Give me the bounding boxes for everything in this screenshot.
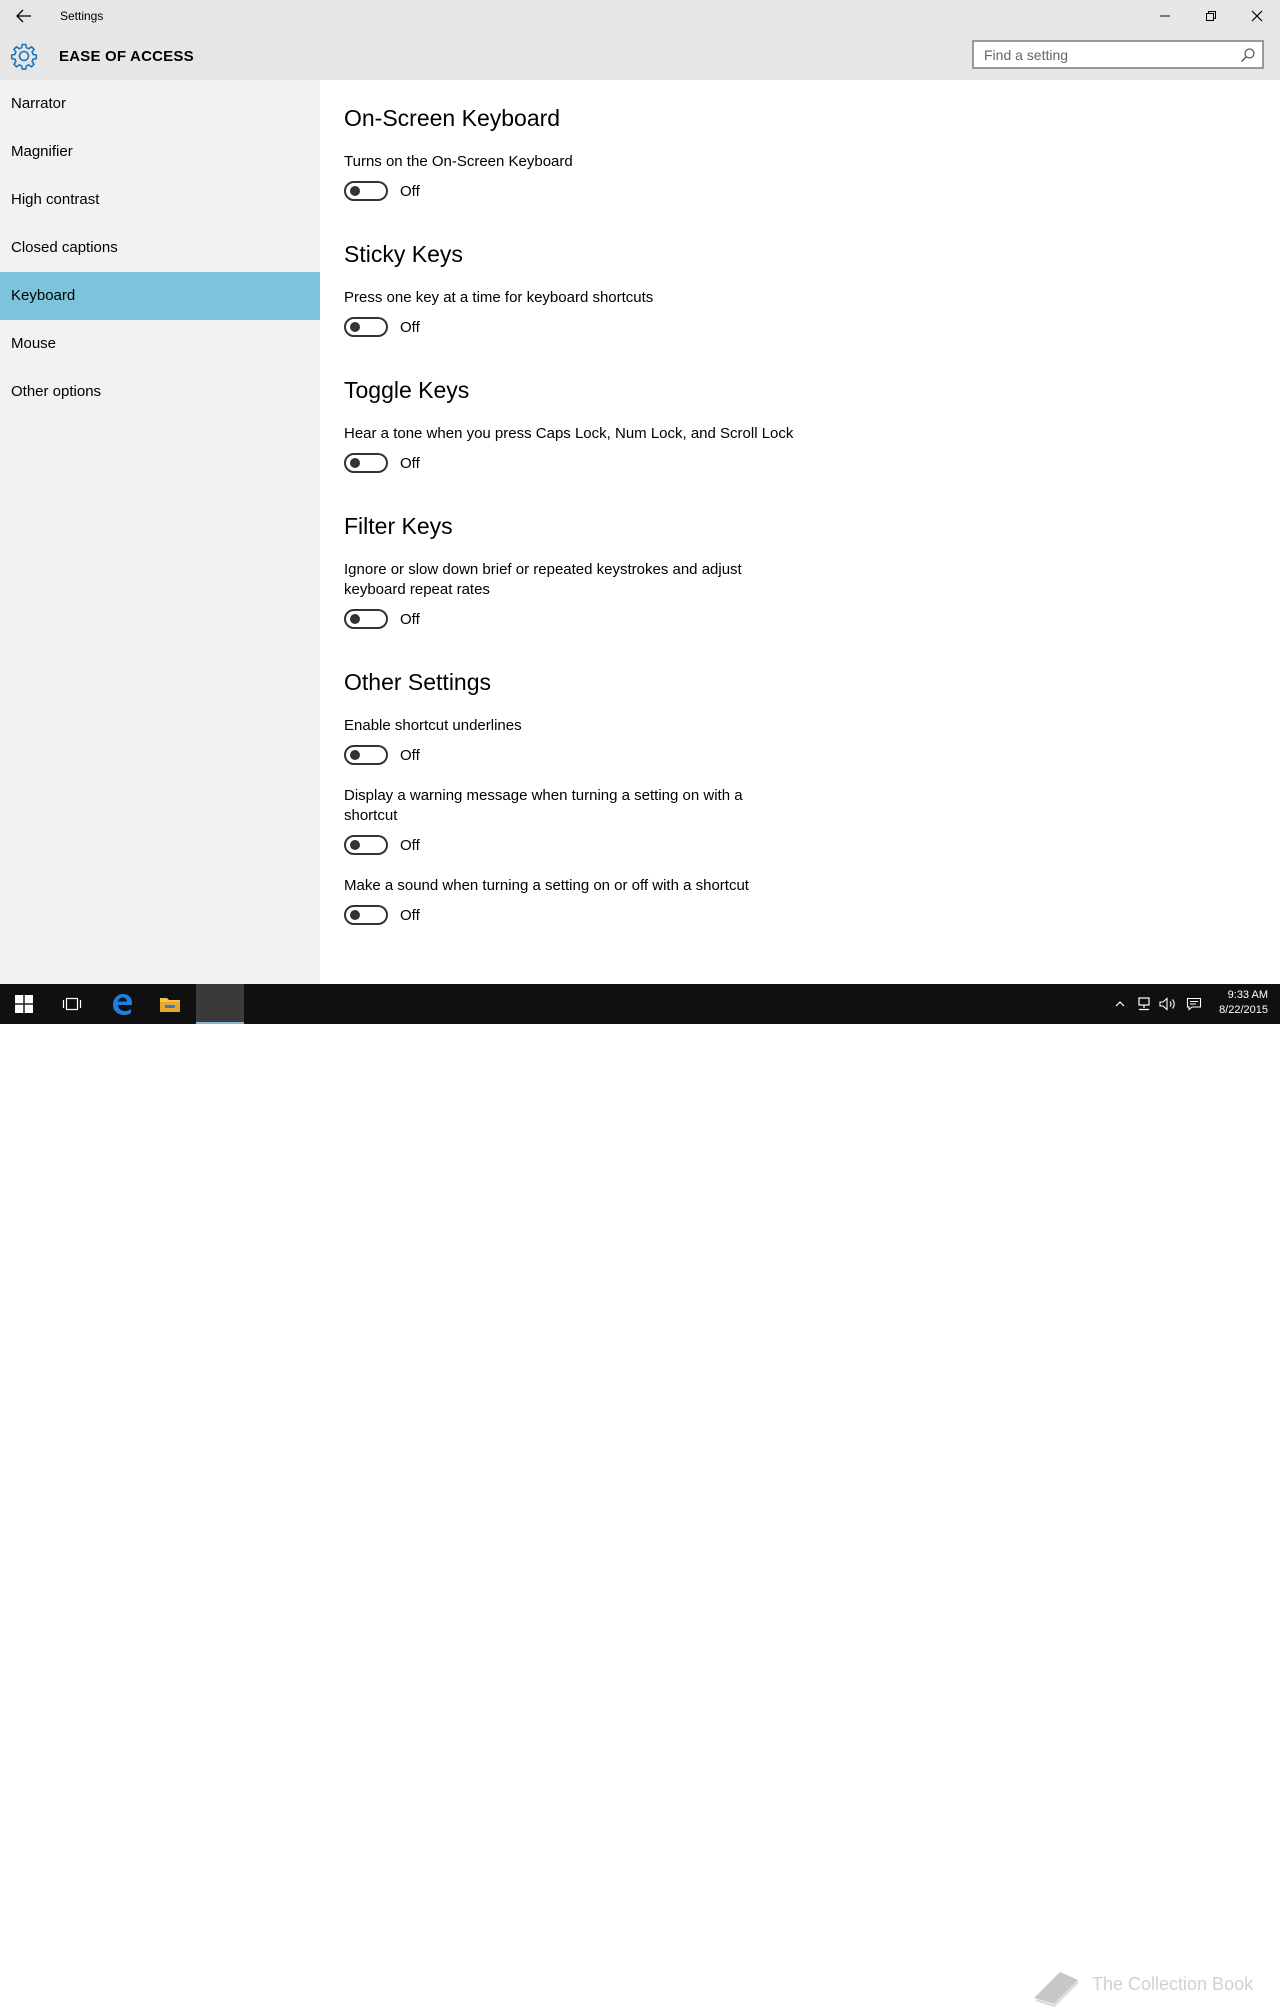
clock-date: 8/22/2015 [1219, 1004, 1268, 1016]
toggle-state-label: Off [400, 907, 420, 924]
toggle-state-label: Off [400, 455, 420, 472]
sidebar-item-keyboard[interactable]: Keyboard [0, 272, 320, 320]
task-view-button[interactable] [48, 984, 96, 1024]
group-title-filter-keys: Filter Keys [344, 513, 453, 539]
clock-time: 9:33 AM [1227, 989, 1268, 1001]
settings-content: On-Screen Keyboard Turns on the On-Scree… [320, 80, 1280, 984]
shortcut-underlines-toggle[interactable] [344, 745, 388, 765]
group-title-on-screen-keyboard: On-Screen Keyboard [344, 105, 561, 131]
group-title-toggle-keys: Toggle Keys [344, 377, 470, 403]
setting-description: Ignore or slow down brief or repeated ke… [344, 561, 742, 598]
taskbar: The Collection Book 9:33 AM 8/22/2015 [0, 984, 1280, 2008]
setting-description: Enable shortcut underlines [344, 717, 522, 734]
settings-app-button[interactable] [196, 984, 244, 1024]
sidebar-item-high-contrast[interactable]: High contrast [0, 176, 320, 224]
shortcut-sound-toggle[interactable] [344, 905, 388, 925]
gear-icon [10, 43, 38, 70]
warning-message-toggle[interactable] [344, 835, 388, 855]
search-input[interactable] [974, 42, 1244, 67]
title-bar: Settings [0, 0, 1280, 32]
volume-button[interactable] [1156, 984, 1180, 1024]
back-arrow-icon [16, 9, 31, 23]
volume-icon [1159, 997, 1175, 1011]
notification-icon [1186, 997, 1202, 1011]
close-button[interactable] [1234, 0, 1280, 32]
filter-keys-toggle[interactable] [344, 609, 388, 629]
edge-browser-button[interactable] [98, 984, 146, 1024]
sticky-keys-toggle[interactable] [344, 317, 388, 337]
back-button[interactable] [8, 4, 40, 28]
chevron-up-icon [1115, 1001, 1125, 1007]
toggle-state-label: Off [400, 319, 420, 336]
setting-description: Display a warning message when turning a… [344, 787, 743, 824]
search-box[interactable] [972, 40, 1264, 69]
setting-description: Turns on the On-Screen Keyboard [344, 153, 573, 170]
watermark-text: The Collection Book [1092, 1974, 1254, 1994]
network-button[interactable] [1132, 984, 1156, 1024]
toggle-state-label: Off [400, 183, 420, 200]
minimize-button[interactable] [1142, 0, 1188, 32]
sidebar-item-other-options[interactable]: Other options [0, 368, 320, 416]
setting-description: Hear a tone when you press Caps Lock, Nu… [344, 425, 794, 442]
sidebar-item-closed-captions[interactable]: Closed captions [0, 224, 320, 272]
sidebar: Narrator Magnifier High contrast Closed … [0, 80, 320, 984]
group-title-other-settings: Other Settings [344, 669, 492, 695]
file-explorer-button[interactable] [146, 984, 194, 1024]
toggle-keys-toggle[interactable] [344, 453, 388, 473]
watermark: The Collection Book [1030, 1968, 1260, 2008]
windows-logo-icon [15, 995, 33, 1013]
action-center-button[interactable] [1182, 984, 1206, 1024]
section-title: EASE OF ACCESS [59, 48, 194, 65]
sidebar-item-mouse[interactable]: Mouse [0, 320, 320, 368]
close-icon [1251, 10, 1263, 22]
page-header: EASE OF ACCESS [0, 32, 1280, 80]
network-icon [1138, 997, 1150, 1011]
task-view-icon [62, 997, 82, 1011]
folder-icon [160, 998, 180, 1012]
sidebar-item-narrator[interactable]: Narrator [0, 80, 320, 128]
toggle-state-label: Off [400, 837, 420, 854]
start-button[interactable] [0, 984, 48, 1024]
search-icon[interactable] [1240, 47, 1256, 63]
setting-description: Press one key at a time for keyboard sho… [344, 289, 654, 306]
edge-browser-icon [113, 994, 132, 1015]
window-title: Settings [60, 9, 104, 23]
minimize-icon [1160, 15, 1170, 17]
toggle-state-label: Off [400, 611, 420, 628]
show-hidden-icons-button[interactable] [1110, 984, 1130, 1024]
setting-description: Make a sound when turning a setting on o… [344, 877, 749, 894]
taskbar-clock[interactable]: 9:33 AM 8/22/2015 [1219, 988, 1268, 1018]
book-logo-icon [1034, 1972, 1079, 2008]
restore-button[interactable] [1188, 0, 1234, 32]
sidebar-item-magnifier[interactable]: Magnifier [0, 128, 320, 176]
toggle-state-label: Off [400, 747, 420, 764]
restore-icon [1206, 11, 1216, 21]
on-screen-keyboard-toggle[interactable] [344, 181, 388, 201]
group-title-sticky-keys: Sticky Keys [344, 241, 463, 267]
